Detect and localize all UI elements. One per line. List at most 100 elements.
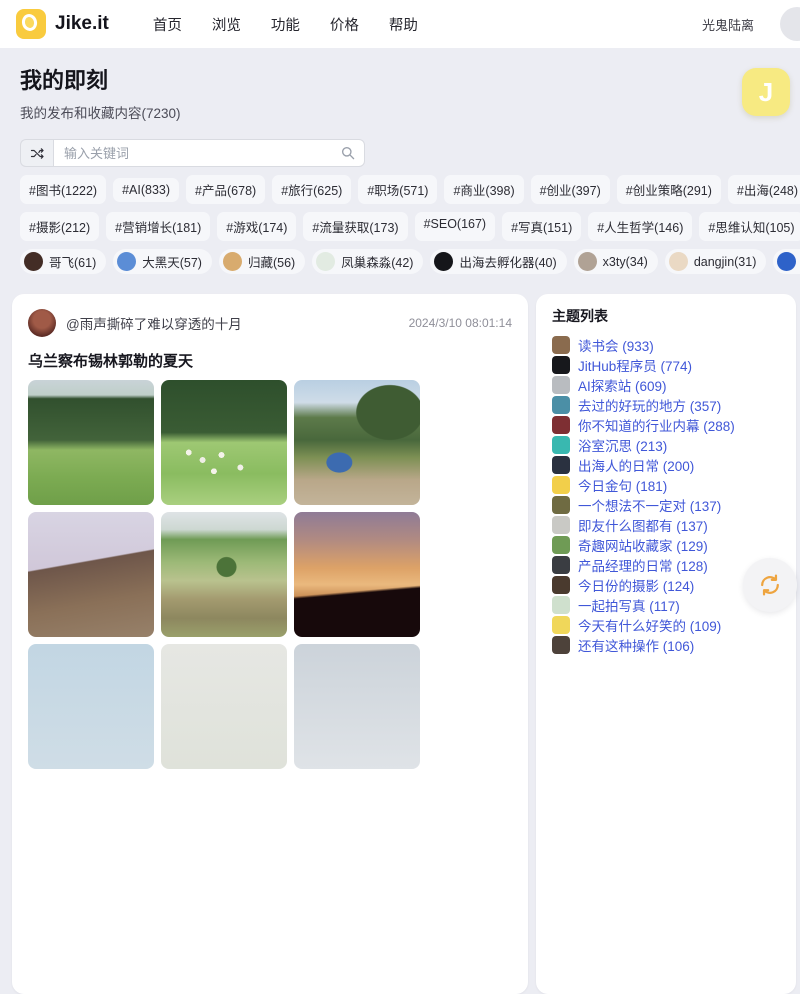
topic-item[interactable]: 读书会 (933)	[552, 335, 780, 354]
tag-chip[interactable]: #SEO(167)	[415, 212, 496, 241]
topic-list: 读书会 (933) JitHub程序员 (774) AI探索站 (609) 去过…	[552, 335, 780, 654]
post-title: 乌兰察布锡林郭勒的夏天	[28, 350, 512, 371]
post-timestamp: 2024/3/10 08:01:14	[409, 316, 512, 330]
user-chip-label: 大黑天(57)	[142, 252, 202, 271]
topic-item[interactable]: 奇趣网站收藏家 (129)	[552, 535, 780, 554]
user-chip[interactable]: 哥飞(61)	[20, 249, 106, 274]
tag-chip[interactable]: #营销增长(181)	[106, 212, 210, 241]
topic-item[interactable]: 出海人的日常 (200)	[552, 455, 780, 474]
post-photo[interactable]	[161, 644, 287, 769]
tag-chip[interactable]: #职场(571)	[358, 175, 437, 204]
post-photo[interactable]	[161, 512, 287, 637]
nav-link[interactable]: 帮助	[389, 14, 418, 35]
tag-chip[interactable]: #人生哲学(146)	[588, 212, 692, 241]
post-header: @雨声撕碎了难以穿透的十月 2024/3/10 08:01:14	[28, 309, 512, 337]
post-photo[interactable]	[294, 644, 420, 769]
topic-thumbnail	[552, 476, 570, 494]
post-author-name[interactable]: @雨声撕碎了难以穿透的十月	[66, 313, 242, 333]
page-title: 我的即刻	[20, 63, 780, 95]
topic-thumbnail	[552, 556, 570, 574]
nav-username[interactable]: 光鬼陆离	[702, 15, 754, 34]
tag-chip[interactable]: #旅行(625)	[272, 175, 351, 204]
jike-logo-icon[interactable]	[16, 9, 46, 39]
topic-thumbnail	[552, 436, 570, 454]
topic-label: 浴室沉思 (213)	[578, 435, 667, 455]
post-photo[interactable]	[28, 644, 154, 769]
user-chips: 哥飞(61) 大黑天(57) 归藏(56) 凤巢森淼(42)	[20, 249, 800, 274]
tag-chip[interactable]: #商业(398)	[444, 175, 523, 204]
tag-chip[interactable]: #产品(678)	[186, 175, 265, 204]
tag-row-2: #摄影(212) #营销增长(181) #游戏(174) #流量获取(173) …	[20, 212, 780, 241]
topic-item[interactable]: 即友什么图都有 (137)	[552, 515, 780, 534]
topic-thumbnail	[552, 396, 570, 414]
topic-label: JitHub程序员 (774)	[578, 355, 692, 375]
topic-thumbnail	[552, 456, 570, 474]
topic-item[interactable]: 一个想法不一定对 (137)	[552, 495, 780, 514]
tag-row-2-chips: #摄影(212) #营销增长(181) #游戏(174) #流量获取(173) …	[20, 212, 800, 241]
nav-link[interactable]: 浏览	[212, 14, 241, 35]
topic-thumbnail	[552, 356, 570, 374]
tag-chip[interactable]: #思维认知(105)	[699, 212, 800, 241]
tag-chip[interactable]: #流量获取(173)	[303, 212, 407, 241]
topic-label: 读书会 (933)	[578, 335, 654, 355]
tag-chip[interactable]: #创业(397)	[531, 175, 610, 204]
topic-thumbnail	[552, 636, 570, 654]
topics-heading: 主题列表	[552, 306, 780, 326]
topic-item[interactable]: AI探索站 (609)	[552, 375, 780, 394]
post-photo[interactable]	[294, 512, 420, 637]
logo-ring-shape	[20, 12, 39, 32]
refresh-icon	[757, 572, 783, 598]
nav-link[interactable]: 功能	[271, 14, 300, 35]
tag-chip[interactable]: #图书(1222)	[20, 175, 106, 204]
topic-label: 今日份的摄影 (124)	[578, 575, 694, 595]
jump-to-top-button[interactable]: J	[742, 68, 790, 116]
top-navbar: Jike.it 首页 浏览 功能 价格 帮助 光鬼陆离	[0, 0, 800, 48]
brand-title[interactable]: Jike.it	[55, 13, 109, 35]
user-chip[interactable]: dangjin(31)	[665, 249, 767, 274]
search-bar	[20, 139, 365, 167]
topic-item[interactable]: 去过的好玩的地方 (357)	[552, 395, 780, 414]
user-chip-label: 出海去孵化器(40)	[459, 252, 556, 271]
topic-thumbnail	[552, 616, 570, 634]
topic-thumbnail	[552, 376, 570, 394]
topic-item[interactable]: JitHub程序员 (774)	[552, 355, 780, 374]
refresh-button[interactable]	[743, 558, 797, 612]
tag-chip[interactable]: #游戏(174)	[217, 212, 296, 241]
topic-label: 你不知道的行业内幕 (288)	[578, 415, 735, 435]
nav-link[interactable]: 价格	[330, 14, 359, 35]
user-chip-label: dangjin(31)	[694, 255, 757, 269]
topic-item[interactable]: 你不知道的行业内幕 (288)	[552, 415, 780, 434]
user-chip[interactable]: x3ty(34)	[574, 249, 658, 274]
page-subtitle: 我的发布和收藏内容(7230)	[20, 102, 780, 122]
user-chip[interactable]: 凤巢森淼(42)	[312, 249, 423, 274]
user-chip[interactable]: GitHub充电宝(31)	[773, 249, 800, 274]
post-photo[interactable]	[294, 380, 420, 505]
user-chip-avatar	[117, 252, 136, 271]
tag-chip[interactable]: #摄影(212)	[20, 212, 99, 241]
user-chip-label: 凤巢森淼(42)	[341, 252, 413, 271]
search-input[interactable]	[53, 139, 365, 167]
post-photo[interactable]	[28, 380, 154, 505]
topic-label: 去过的好玩的地方 (357)	[578, 395, 721, 415]
user-chip-label: 归藏(56)	[248, 252, 295, 271]
user-chip[interactable]: 出海去孵化器(40)	[430, 249, 566, 274]
tag-chip[interactable]: #写真(151)	[502, 212, 581, 241]
user-chip[interactable]: 大黑天(57)	[113, 249, 212, 274]
topic-item[interactable]: 还有这种操作 (106)	[552, 635, 780, 654]
topic-item[interactable]: 浴室沉思 (213)	[552, 435, 780, 454]
topic-thumbnail	[552, 336, 570, 354]
user-chip-avatar	[316, 252, 335, 271]
user-avatar[interactable]	[780, 7, 800, 41]
topic-item[interactable]: 今天有什么好笑的 (109)	[552, 615, 780, 634]
tag-chip[interactable]: #创业策略(291)	[617, 175, 721, 204]
topic-item[interactable]: 今日金句 (181)	[552, 475, 780, 494]
tag-chip[interactable]: #出海(248)	[728, 175, 800, 204]
post-photo[interactable]	[161, 380, 287, 505]
post-author-avatar[interactable]	[28, 309, 56, 337]
post-photo[interactable]	[28, 512, 154, 637]
tag-chip[interactable]: #AI(833)	[113, 178, 179, 202]
nav-link[interactable]: 首页	[153, 14, 182, 35]
user-chip[interactable]: 归藏(56)	[219, 249, 305, 274]
shuffle-button[interactable]	[20, 139, 53, 167]
user-chip-row: 哥飞(61) 大黑天(57) 归藏(56) 凤巢森淼(42)	[20, 249, 780, 274]
